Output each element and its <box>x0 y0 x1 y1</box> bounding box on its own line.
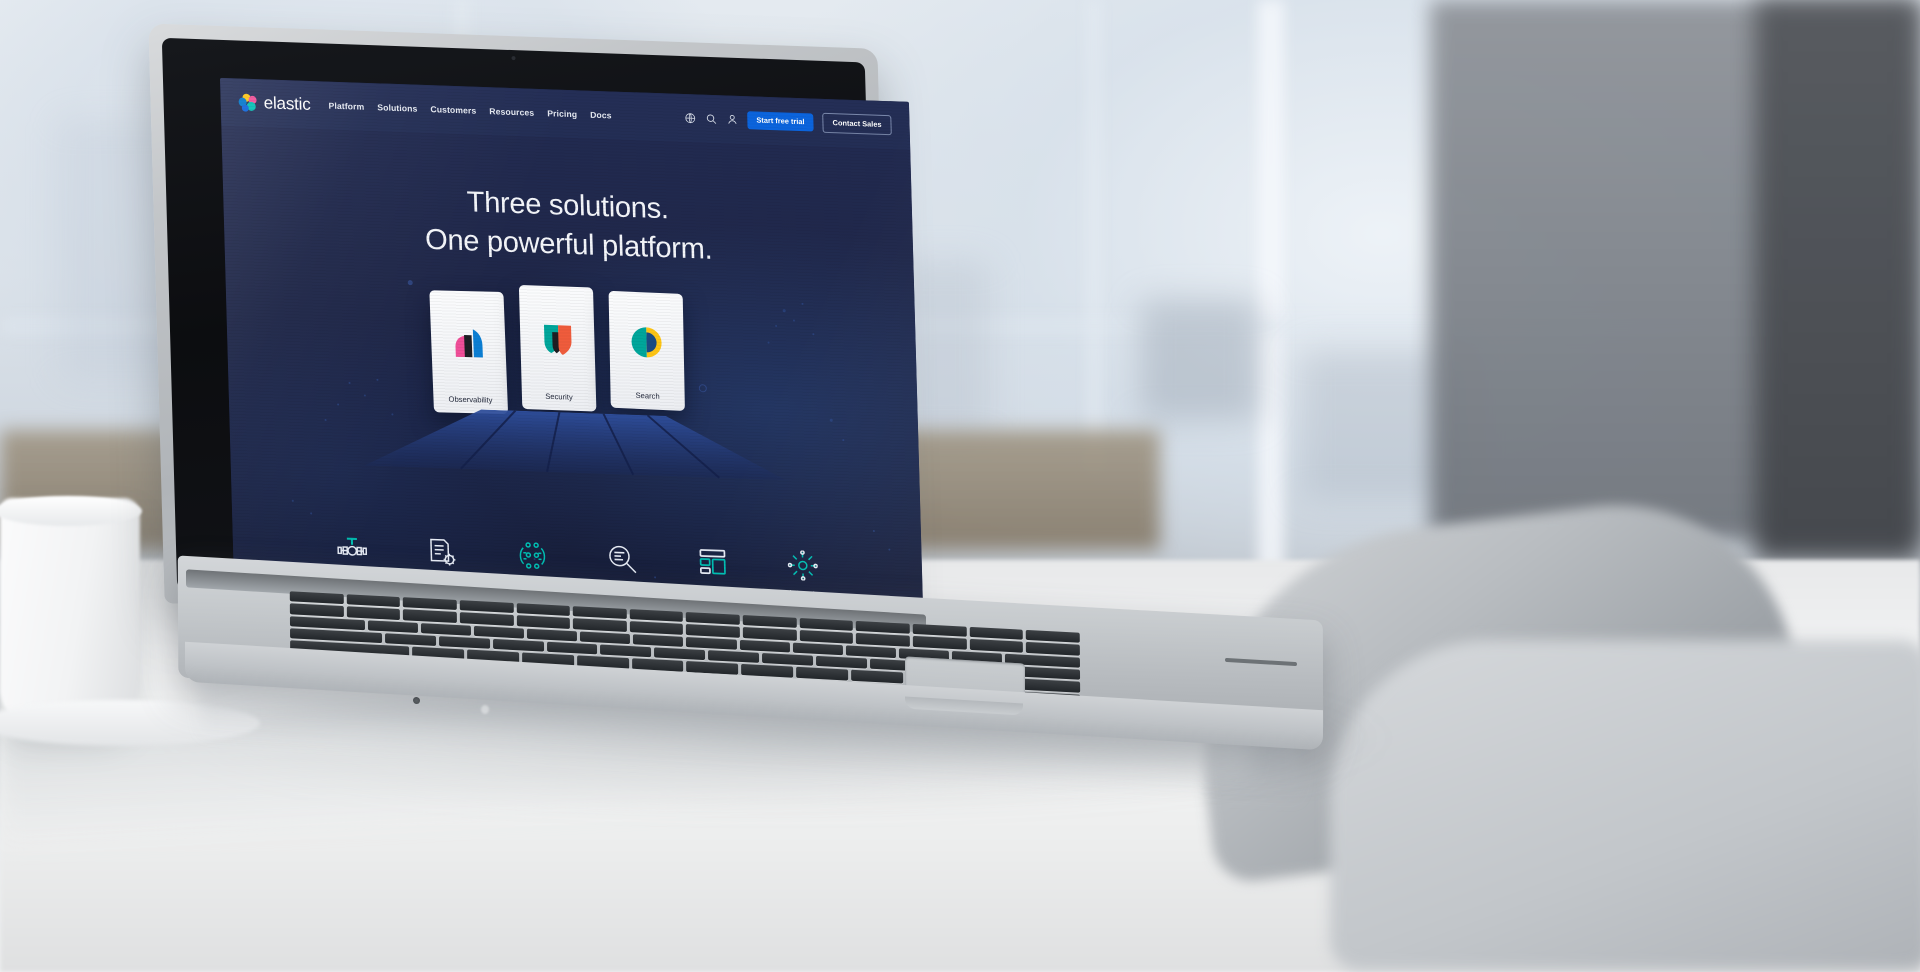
magnifier-lines-icon <box>607 543 638 576</box>
solution-card-observability[interactable]: Observability <box>429 290 509 415</box>
nav-item-customers[interactable]: Customers <box>430 104 476 116</box>
contact-sales-button[interactable]: Contact Sales <box>822 113 892 135</box>
document-gear-icon <box>428 536 457 569</box>
headline-line-1: Three solutions. <box>466 186 670 226</box>
nav-item-platform[interactable]: Platform <box>328 101 364 112</box>
brand-name: elastic <box>263 93 311 114</box>
dashboard-layout-icon <box>697 546 728 579</box>
webcam-icon <box>511 56 516 61</box>
start-free-trial-button[interactable]: Start free trial <box>747 111 814 132</box>
ai-nodes-icon <box>517 540 548 573</box>
brand-logo[interactable]: elastic <box>238 92 311 115</box>
automation-gear-network-icon <box>787 549 818 582</box>
solution-cards: Observability Security Search <box>429 280 714 420</box>
solution-card-label: Search <box>635 390 660 401</box>
globe-icon[interactable] <box>684 112 696 124</box>
pipeline-valve-icon <box>337 533 368 566</box>
primary-nav: Platform Solutions Customers Resources P… <box>328 101 611 121</box>
solution-card-label: Security <box>545 391 573 402</box>
website-viewport: elastic Platform Solutions Customers Res… <box>219 77 924 643</box>
search-circle-icon <box>609 291 685 393</box>
photo-scene: elastic Platform Solutions Customers Res… <box>0 0 1920 972</box>
laptop: elastic Platform Solutions Customers Res… <box>0 0 1920 972</box>
navbar-actions: Start free trial Contact Sales <box>684 108 892 135</box>
nav-item-solutions[interactable]: Solutions <box>377 102 417 113</box>
solutions-stage: Observability Security Search <box>225 273 921 547</box>
search-icon[interactable] <box>705 113 717 125</box>
laptop-screen: elastic Platform Solutions Customers Res… <box>219 77 924 643</box>
elastic-logo-icon <box>238 93 258 113</box>
nav-item-docs[interactable]: Docs <box>590 110 612 121</box>
security-shield-icon <box>519 285 596 394</box>
observability-bars-icon <box>429 290 507 396</box>
solution-card-search[interactable]: Search <box>608 290 685 411</box>
nav-item-resources[interactable]: Resources <box>489 106 534 118</box>
solution-card-label: Observability <box>448 394 493 405</box>
solution-card-security[interactable]: Security <box>518 284 597 412</box>
perspective-floor <box>363 405 786 481</box>
nav-item-pricing[interactable]: Pricing <box>547 108 577 119</box>
laptop-lid: elastic Platform Solutions Customers Res… <box>148 23 924 643</box>
user-icon[interactable] <box>726 113 738 125</box>
